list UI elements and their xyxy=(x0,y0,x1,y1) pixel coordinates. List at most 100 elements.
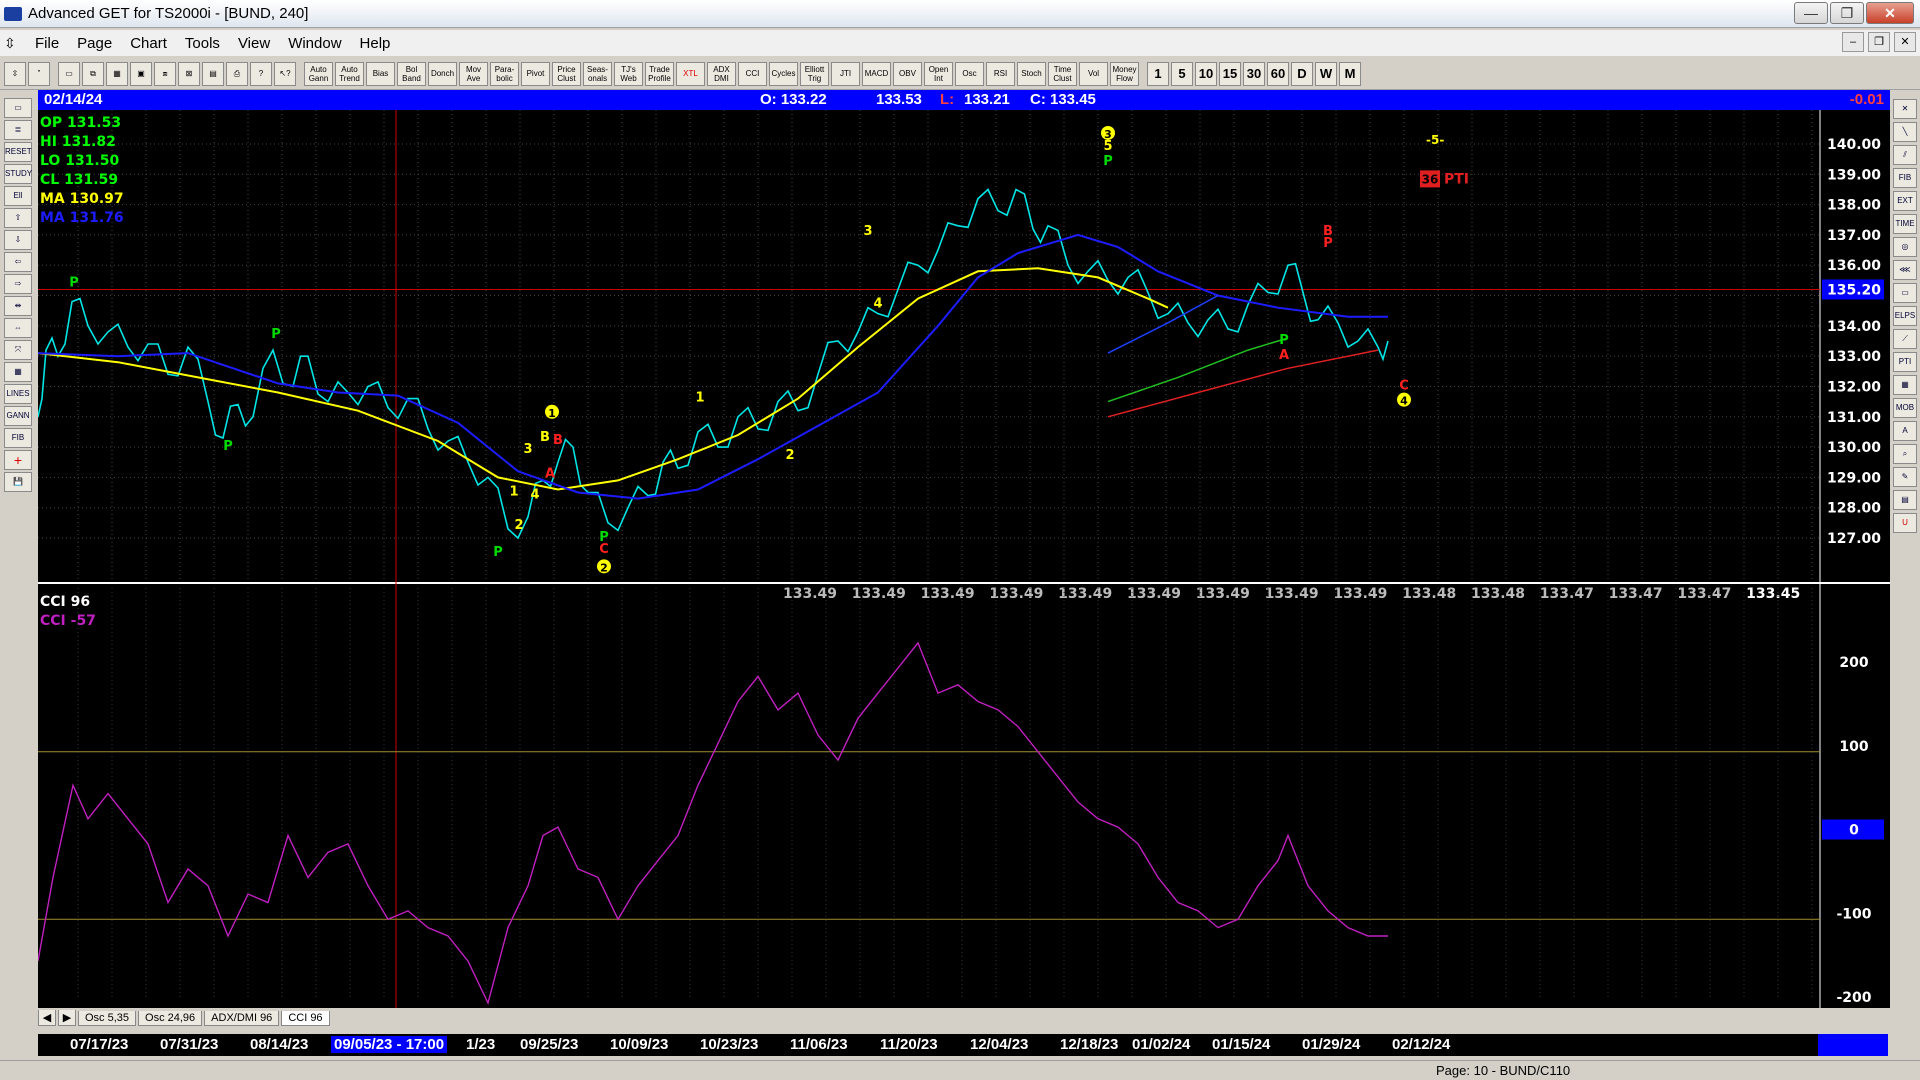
tab-next-arrow[interactable]: ▶ xyxy=(58,1010,76,1026)
study-button[interactable]: RSI xyxy=(986,61,1015,86)
quote-icon[interactable]: ” xyxy=(28,61,50,86)
crosshair-icon[interactable]: + xyxy=(4,450,32,470)
study-button[interactable]: Donch xyxy=(428,61,457,86)
menu-page[interactable]: Page xyxy=(68,35,121,52)
interval-button[interactable]: 5 xyxy=(1171,61,1193,86)
interval-button[interactable]: 15 xyxy=(1219,61,1241,86)
study-button[interactable]: Mov Ave xyxy=(459,61,488,86)
fib-ext-icon[interactable]: EXT xyxy=(1893,191,1917,211)
mdi-minimize-button[interactable]: – xyxy=(1842,32,1864,52)
bars-icon[interactable]: ≣ xyxy=(4,120,32,140)
arrow-up-icon[interactable]: ⇧ xyxy=(4,208,32,228)
fan-icon[interactable]: ⋘ xyxy=(1893,260,1917,280)
study-button[interactable]: Price Clust xyxy=(552,61,581,86)
stack-icon[interactable]: ▤ xyxy=(202,61,224,86)
table-icon[interactable]: ▦ xyxy=(4,362,32,382)
mdi-restore-button[interactable]: ❐ xyxy=(1868,32,1890,52)
expand-icon[interactable]: ⇔ xyxy=(4,318,32,338)
study-button[interactable]: Vol xyxy=(1079,61,1108,86)
window-icon[interactable]: ▣ xyxy=(130,61,152,86)
menu-window[interactable]: Window xyxy=(279,35,350,52)
study-button[interactable]: Open Int xyxy=(924,61,953,86)
menu-chart[interactable]: Chart xyxy=(121,35,176,52)
gann-icon[interactable]: GANN xyxy=(4,406,32,426)
study-button[interactable]: Para-bolic xyxy=(490,61,519,86)
study-button[interactable]: Auto Gann xyxy=(304,61,333,86)
study-button[interactable]: JTI xyxy=(831,61,860,86)
grid-icon[interactable]: ▦ xyxy=(106,61,128,86)
tab-osc-24-96[interactable]: Osc 24,96 xyxy=(138,1010,203,1026)
copy-icon[interactable]: ⧉ xyxy=(82,61,104,86)
reset-icon[interactable]: RESET xyxy=(4,142,32,162)
fib-icon[interactable]: FIB xyxy=(4,428,32,448)
menu-file[interactable]: File xyxy=(26,35,68,52)
box-icon[interactable]: ▭ xyxy=(1893,283,1917,303)
maximize-button[interactable]: ❐ xyxy=(1830,2,1864,24)
interval-button[interactable]: 30 xyxy=(1243,61,1265,86)
measure-icon[interactable]: ▤ xyxy=(1893,490,1917,510)
context-help-icon[interactable]: ↖? xyxy=(274,61,296,86)
save-icon[interactable]: 💾 xyxy=(4,472,32,492)
arrow-down-icon[interactable]: ⇩ xyxy=(4,230,32,250)
study-button[interactable]: Auto Trend xyxy=(335,61,364,86)
study-button[interactable]: CCI xyxy=(738,61,767,86)
lines-icon[interactable]: LINES xyxy=(4,384,32,404)
tab-prev-arrow[interactable]: ◀ xyxy=(38,1010,56,1026)
study-button[interactable]: Osc xyxy=(955,61,984,86)
mdi-close-button[interactable]: ✕ xyxy=(1894,32,1916,52)
cross-icon[interactable]: ⊠ xyxy=(178,61,200,86)
interval-button[interactable]: D xyxy=(1291,61,1313,86)
tile-icon[interactable]: ⧈ xyxy=(154,61,176,86)
pti-icon[interactable]: PTI xyxy=(1893,352,1917,372)
study-button[interactable]: Elliott Trig xyxy=(800,61,829,86)
study-button[interactable]: OBV xyxy=(893,61,922,86)
arrow-right-icon[interactable]: ⇨ xyxy=(4,274,32,294)
menu-help[interactable]: Help xyxy=(351,35,400,52)
interval-button[interactable]: 1 xyxy=(1147,61,1169,86)
study-button[interactable]: Money Flow xyxy=(1110,61,1139,86)
interval-button[interactable]: 10 xyxy=(1195,61,1217,86)
minimize-button[interactable]: — xyxy=(1794,2,1828,24)
new-page-icon[interactable]: ▭ xyxy=(58,61,80,86)
study-icon[interactable]: STUDY xyxy=(4,164,32,184)
study-button[interactable]: Time Clust xyxy=(1048,61,1077,86)
help-icon[interactable]: ? xyxy=(250,61,272,86)
study-button[interactable]: Bias xyxy=(366,61,395,86)
folder-icon[interactable]: ▭ xyxy=(4,98,32,118)
grid-tool-icon[interactable]: ▦ xyxy=(1893,375,1917,395)
study-button[interactable]: Trade Profile xyxy=(645,61,674,86)
arrow-left-icon[interactable]: ⇦ xyxy=(4,252,32,272)
elliott-icon[interactable]: Ell xyxy=(4,186,32,206)
spiral-icon[interactable]: ◎ xyxy=(1893,237,1917,257)
compress-icon[interactable]: ⇹ xyxy=(4,296,32,316)
menu-view[interactable]: View xyxy=(229,35,279,52)
magnify-icon[interactable]: ⌕ xyxy=(1893,444,1917,464)
gann-fan-icon[interactable]: ⟋ xyxy=(1893,329,1917,349)
study-button[interactable]: ADX DMI xyxy=(707,61,736,86)
study-button[interactable]: Pivot xyxy=(521,61,550,86)
fib-time-icon[interactable]: TIME xyxy=(1893,214,1917,234)
tab-cci[interactable]: CCI 96 xyxy=(281,1010,330,1026)
ellipse-icon[interactable]: ELPS xyxy=(1893,306,1917,326)
mob-icon[interactable]: MOB xyxy=(1893,398,1917,418)
study-button[interactable]: XTL xyxy=(676,61,705,86)
interval-button[interactable]: 60 xyxy=(1267,61,1289,86)
study-button[interactable]: MACD xyxy=(862,61,891,86)
pencil-icon[interactable]: ✎ xyxy=(1893,467,1917,487)
print-icon[interactable]: ⎙ xyxy=(226,61,248,86)
delete-tool-icon[interactable]: ✕ xyxy=(1893,99,1917,119)
cursor-icon[interactable]: ⇳ xyxy=(4,61,26,86)
tab-osc-5-35[interactable]: Osc 5,35 xyxy=(78,1010,137,1026)
menu-tools[interactable]: Tools xyxy=(176,35,229,52)
chart-area[interactable]: P P P P 1 2 3 4 B B A P C 1 2 3 4 5 P B P P A C 1 2 3 4 -5- 36 PTI OP 1… xyxy=(38,110,1890,1026)
study-button[interactable]: Cycles xyxy=(769,61,798,86)
channel-tool-icon[interactable]: ⫽ xyxy=(1893,145,1917,165)
close-button[interactable]: ✕ xyxy=(1866,2,1914,24)
study-button[interactable]: Stoch xyxy=(1017,61,1046,86)
zoom-icon[interactable]: ⤧ xyxy=(4,340,32,360)
study-button[interactable]: TJ's Web xyxy=(614,61,643,86)
study-button[interactable]: Seas-onals xyxy=(583,61,612,86)
tab-adx-dmi[interactable]: ADX/DMI 96 xyxy=(204,1010,280,1026)
price-chart[interactable]: PPPP1234B BAPC12345PBPPAC1234-5-36 PTIOP 1… xyxy=(38,110,1890,1010)
interval-button[interactable]: M xyxy=(1339,61,1361,86)
